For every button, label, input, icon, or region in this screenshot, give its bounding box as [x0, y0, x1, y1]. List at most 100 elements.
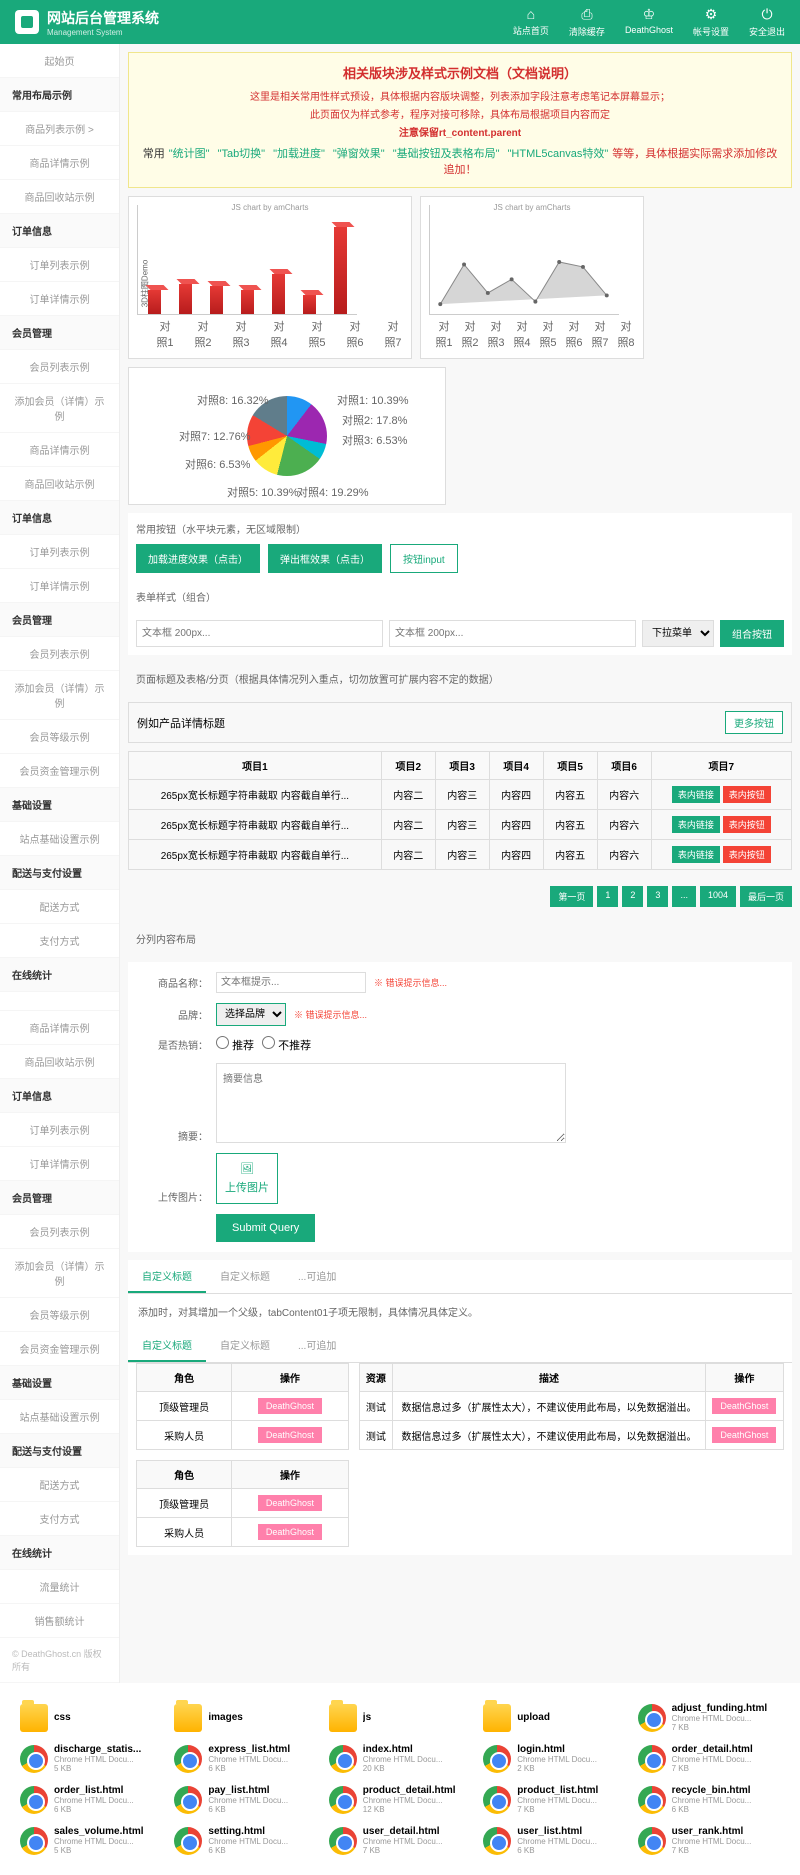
sidebar-item[interactable]: 会员等级示例 [0, 1298, 119, 1332]
sidebar-item[interactable]: 支付方式 [0, 924, 119, 958]
file-item[interactable]: adjust_funding.htmlChrome HTML Docu...7 … [638, 1703, 780, 1732]
sidebar-item[interactable]: 站点基础设置示例 [0, 822, 119, 856]
more-button[interactable]: 更多按钮 [725, 711, 783, 734]
action-button[interactable]: DeathGhost [258, 1427, 322, 1443]
summary-textarea[interactable] [216, 1063, 566, 1143]
radio-yes[interactable]: 推荐 [216, 1036, 254, 1053]
upload-box[interactable]: 🖼 上传图片 [216, 1153, 278, 1204]
file-item[interactable]: js [329, 1703, 471, 1732]
combo-button[interactable]: 组合按钮 [720, 620, 784, 647]
file-item[interactable]: setting.htmlChrome HTML Docu...6 KB [174, 1826, 316, 1855]
sidebar-start[interactable]: 起始页 [0, 44, 119, 78]
sidebar-item[interactable]: 商品详情示例 [0, 146, 119, 180]
file-item[interactable]: login.htmlChrome HTML Docu...2 KB [483, 1744, 625, 1773]
del-button[interactable]: 表内按钮 [723, 846, 771, 863]
file-item[interactable]: user_rank.htmlChrome HTML Docu...7 KB [638, 1826, 780, 1855]
file-item[interactable]: sales_volume.htmlChrome HTML Docu...5 KB [20, 1826, 162, 1855]
tab[interactable]: 自定义标题 [128, 1329, 206, 1362]
sidebar-item[interactable]: 订单列表示例 [0, 1113, 119, 1147]
file-item[interactable]: upload [483, 1703, 625, 1732]
tab[interactable]: 自定义标题 [206, 1260, 284, 1293]
sidebar-item[interactable]: 订单详情示例 [0, 282, 119, 316]
combo-select[interactable]: 下拉菜单 [642, 620, 714, 647]
sidebar-group-head[interactable]: 在线统计 [0, 1536, 119, 1570]
sidebar-item[interactable]: 流量统计 [0, 1570, 119, 1604]
sidebar-item[interactable]: 添加会员（详情）示例 [0, 384, 119, 433]
file-item[interactable]: order_detail.htmlChrome HTML Docu...7 KB [638, 1744, 780, 1773]
tab[interactable]: 自定义标题 [128, 1260, 206, 1293]
file-item[interactable]: index.htmlChrome HTML Docu...20 KB [329, 1744, 471, 1773]
pager-item[interactable]: 1004 [700, 886, 736, 907]
sidebar-group-head[interactable]: 会员管理 [0, 316, 119, 350]
sidebar-item[interactable]: 会员资金管理示例 [0, 754, 119, 788]
top-nav-3[interactable]: ⚙帐号设置 [693, 6, 729, 38]
sidebar-item[interactable]: 会员列表示例 [0, 637, 119, 671]
sidebar-item[interactable]: 商品回收站示例 [0, 180, 119, 214]
pager-item[interactable]: 1 [597, 886, 618, 907]
sidebar-item[interactable]: 订单详情示例 [0, 1147, 119, 1181]
pager-item[interactable]: 2 [622, 886, 643, 907]
sidebar-item[interactable]: 配送方式 [0, 890, 119, 924]
action-button[interactable]: DeathGhost [712, 1427, 776, 1443]
action-button[interactable]: DeathGhost [258, 1495, 322, 1511]
sidebar-item[interactable]: 会员等级示例 [0, 720, 119, 754]
del-button[interactable]: 表内按钮 [723, 786, 771, 803]
edit-link[interactable]: 表内链接 [672, 786, 720, 803]
sidebar-group-head[interactable]: 订单信息 [0, 214, 119, 248]
input-button[interactable]: 按钮input [390, 544, 458, 573]
sidebar-item[interactable]: 商品列表示例 > [0, 112, 119, 146]
action-button[interactable]: DeathGhost [712, 1398, 776, 1414]
pager-item[interactable]: 3 [647, 886, 668, 907]
top-nav-4[interactable]: ⏻安全退出 [749, 6, 785, 38]
sidebar-item[interactable]: 商品回收站示例 [0, 1045, 119, 1079]
file-item[interactable]: user_detail.htmlChrome HTML Docu...7 KB [329, 1826, 471, 1855]
radio-no[interactable]: 不推荐 [262, 1036, 311, 1053]
pager-item[interactable]: 最后一页 [740, 886, 792, 907]
file-item[interactable]: order_list.htmlChrome HTML Docu...6 KB [20, 1785, 162, 1814]
sidebar-item[interactable]: 站点基础设置示例 [0, 1400, 119, 1434]
top-nav-0[interactable]: ⌂站点首页 [513, 6, 549, 38]
submit-button[interactable]: Submit Query [216, 1214, 315, 1242]
progress-button[interactable]: 加载进度效果（点击） [136, 544, 260, 573]
file-item[interactable]: images [174, 1703, 316, 1732]
brand-select[interactable]: 选择品牌 [216, 1003, 286, 1026]
sidebar-group-head[interactable]: 在线统计 [0, 958, 119, 992]
tab[interactable]: ...可追加 [284, 1329, 350, 1362]
edit-link[interactable]: 表内链接 [672, 816, 720, 833]
pager-item[interactable]: 第一页 [550, 886, 593, 907]
sidebar-item[interactable]: 添加会员（详情）示例 [0, 671, 119, 720]
sidebar-group-head[interactable]: 常用布局示例 [0, 78, 119, 112]
file-item[interactable]: recycle_bin.htmlChrome HTML Docu...6 KB [638, 1785, 780, 1814]
sidebar-group-head[interactable]: 基础设置 [0, 1366, 119, 1400]
file-item[interactable]: pay_list.htmlChrome HTML Docu...6 KB [174, 1785, 316, 1814]
sidebar-group-head[interactable]: 会员管理 [0, 603, 119, 637]
name-input[interactable] [216, 972, 366, 993]
sidebar-item[interactable]: 订单列表示例 [0, 248, 119, 282]
file-item[interactable]: product_list.htmlChrome HTML Docu...7 KB [483, 1785, 625, 1814]
sidebar-item[interactable]: 会员资金管理示例 [0, 1332, 119, 1366]
combo-input-2[interactable] [389, 620, 636, 647]
sidebar-group-head[interactable]: 配送与支付设置 [0, 856, 119, 890]
sidebar-group-head[interactable]: 配送与支付设置 [0, 1434, 119, 1468]
file-item[interactable]: product_detail.htmlChrome HTML Docu...12… [329, 1785, 471, 1814]
sidebar-item[interactable]: 商品回收站示例 [0, 467, 119, 501]
sidebar-item[interactable]: 销售额统计 [0, 1604, 119, 1638]
sidebar-item[interactable]: 会员列表示例 [0, 1215, 119, 1249]
sidebar-item[interactable]: 会员列表示例 [0, 350, 119, 384]
sidebar-item[interactable]: 配送方式 [0, 1468, 119, 1502]
sidebar-group-head[interactable]: 基础设置 [0, 788, 119, 822]
sidebar-item[interactable]: 订单列表示例 [0, 535, 119, 569]
edit-link[interactable]: 表内链接 [672, 846, 720, 863]
sidebar-item[interactable]: 支付方式 [0, 1502, 119, 1536]
action-button[interactable]: DeathGhost [258, 1398, 322, 1414]
tab[interactable]: ...可追加 [284, 1260, 350, 1293]
file-item[interactable]: user_list.htmlChrome HTML Docu...6 KB [483, 1826, 625, 1855]
sidebar-item[interactable]: 商品详情示例 [0, 1011, 119, 1045]
sidebar-item[interactable]: 添加会员（详情）示例 [0, 1249, 119, 1298]
sidebar-group-head[interactable]: 订单信息 [0, 1079, 119, 1113]
tab[interactable]: 自定义标题 [206, 1329, 284, 1362]
file-item[interactable]: discharge_statis...Chrome HTML Docu...5 … [20, 1744, 162, 1773]
file-item[interactable]: css [20, 1703, 162, 1732]
sidebar-group-head[interactable]: 会员管理 [0, 1181, 119, 1215]
del-button[interactable]: 表内按钮 [723, 816, 771, 833]
